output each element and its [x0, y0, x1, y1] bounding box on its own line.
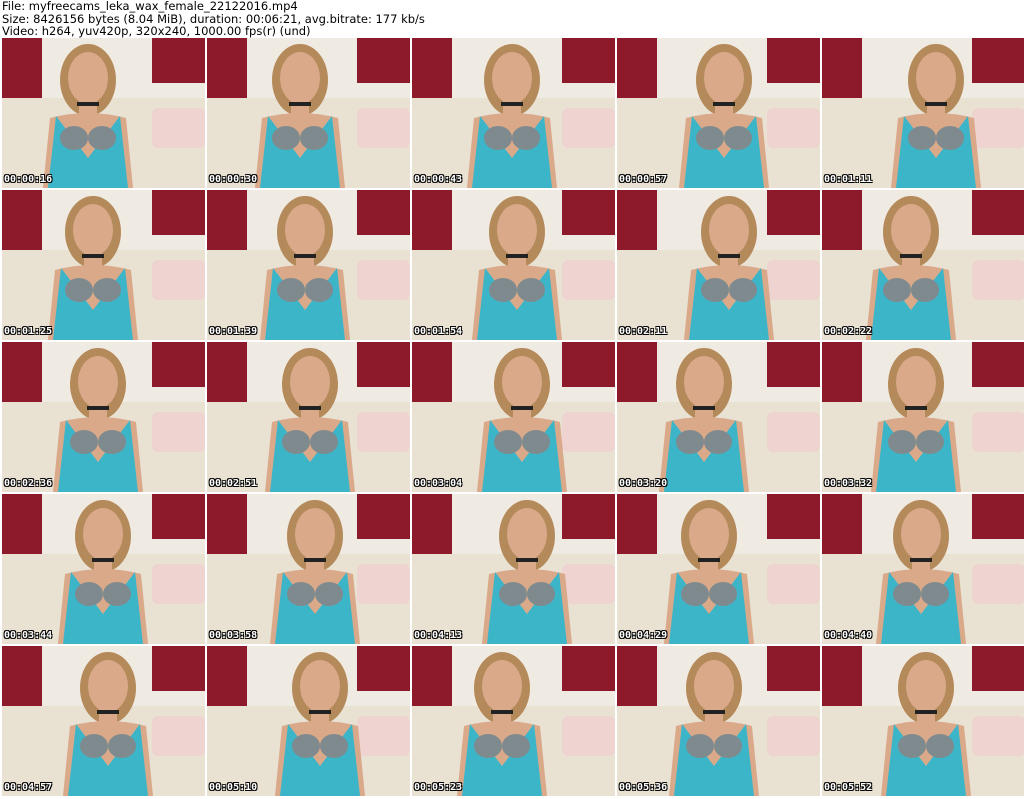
thumbnail-timestamp: 00:01:54 — [414, 326, 463, 337]
thumbnail-frame-image — [822, 646, 1024, 796]
thumbnail-timestamp: 00:00:43 — [414, 174, 463, 185]
video-thumbnail: 00:03:32 — [822, 342, 1024, 492]
thumbnail-timestamp: 00:02:51 — [209, 478, 258, 489]
video-thumbnail: 00:03:58 — [207, 494, 410, 644]
thumbnail-frame-image — [412, 646, 615, 796]
thumbnail-timestamp: 00:03:58 — [209, 630, 258, 641]
thumbnail-timestamp: 00:02:36 — [4, 478, 53, 489]
video-thumbnail: 00:03:44 — [2, 494, 205, 644]
file-info-header: File: myfreecams_leka_wax_female_2212201… — [2, 0, 1022, 38]
video-thumbnail: 00:04:13 — [412, 494, 615, 644]
thumbnail-timestamp: 00:01:25 — [4, 326, 53, 337]
thumbnail-timestamp: 00:05:23 — [414, 782, 463, 793]
thumbnail-frame-image — [822, 494, 1024, 644]
thumbnail-frame-image — [207, 494, 410, 644]
video-thumbnail: 00:02:22 — [822, 190, 1024, 340]
thumbnail-frame-image — [412, 494, 615, 644]
video-info-line: Video: h264, yuv420p, 320x240, 1000.00 f… — [2, 24, 311, 38]
thumbnail-frame-image — [2, 646, 205, 796]
file-name-line: File: myfreecams_leka_wax_female_2212201… — [2, 0, 298, 13]
video-thumbnail: 00:02:11 — [617, 190, 820, 340]
thumbnail-frame-image — [207, 342, 410, 492]
video-thumbnail: 00:05:23 — [412, 646, 615, 796]
thumbnail-timestamp: 00:00:16 — [4, 174, 53, 185]
thumbnail-timestamp: 00:03:44 — [4, 630, 53, 641]
thumbnail-frame-image — [412, 190, 615, 340]
thumbnail-timestamp: 00:00:30 — [209, 174, 258, 185]
thumbnail-timestamp: 00:01:39 — [209, 326, 258, 337]
thumbnail-timestamp: 00:04:40 — [824, 630, 873, 641]
thumbnail-frame-image — [412, 342, 615, 492]
video-thumbnail: 00:01:39 — [207, 190, 410, 340]
video-thumbnail: 00:03:04 — [412, 342, 615, 492]
video-thumbnail: 00:05:10 — [207, 646, 410, 796]
video-thumbnail: 00:02:51 — [207, 342, 410, 492]
thumbnail-frame-image — [822, 38, 1024, 188]
video-thumbnail: 00:00:16 — [2, 38, 205, 188]
thumbnail-timestamp: 00:05:52 — [824, 782, 873, 793]
thumbnail-timestamp: 00:04:13 — [414, 630, 463, 641]
thumbnail-frame-image — [617, 38, 820, 188]
thumbnail-frame-image — [2, 38, 205, 188]
video-thumbnail: 00:00:57 — [617, 38, 820, 188]
thumbnail-timestamp: 00:05:10 — [209, 782, 258, 793]
thumbnail-frame-image — [412, 38, 615, 188]
thumbnail-timestamp: 00:03:32 — [824, 478, 873, 489]
thumbnail-frame-image — [207, 190, 410, 340]
thumbnail-timestamp: 00:04:57 — [4, 782, 53, 793]
thumbnail-frame-image — [207, 646, 410, 796]
video-thumbnail: 00:03:20 — [617, 342, 820, 492]
thumbnail-frame-image — [617, 342, 820, 492]
video-thumbnail: 00:01:54 — [412, 190, 615, 340]
thumbnail-timestamp: 00:02:22 — [824, 326, 873, 337]
thumbnail-timestamp: 00:03:20 — [619, 478, 668, 489]
thumbnail-timestamp: 00:03:04 — [414, 478, 463, 489]
thumbnail-timestamp: 00:00:57 — [619, 174, 668, 185]
thumbnail-grid: 00:00:16 00:00:30 00:00:43 00:00:57 00:01:11… — [0, 38, 1024, 799]
video-thumbnail: 00:00:30 — [207, 38, 410, 188]
video-thumbnail: 00:04:57 — [2, 646, 205, 796]
thumbnail-frame-image — [822, 342, 1024, 492]
video-thumbnail: 00:01:11 — [822, 38, 1024, 188]
video-thumbnail: 00:01:25 — [2, 190, 205, 340]
thumbnail-frame-image — [2, 190, 205, 340]
thumbnail-frame-image — [822, 190, 1024, 340]
thumbnail-frame-image — [617, 494, 820, 644]
video-thumbnail: 00:04:29 — [617, 494, 820, 644]
thumbnail-frame-image — [2, 342, 205, 492]
thumbnail-frame-image — [617, 190, 820, 340]
thumbnail-frame-image — [207, 38, 410, 188]
thumbnail-timestamp: 00:02:11 — [619, 326, 668, 337]
thumbnail-timestamp: 00:05:36 — [619, 782, 668, 793]
thumbnail-timestamp: 00:01:11 — [824, 174, 873, 185]
thumbnail-frame-image — [2, 494, 205, 644]
video-thumbnail: 00:04:40 — [822, 494, 1024, 644]
video-thumbnail: 00:00:43 — [412, 38, 615, 188]
thumbnail-frame-image — [617, 646, 820, 796]
thumbnail-timestamp: 00:04:29 — [619, 630, 668, 641]
video-thumbnail: 00:05:36 — [617, 646, 820, 796]
video-thumbnail: 00:02:36 — [2, 342, 205, 492]
video-thumbnail: 00:05:52 — [822, 646, 1024, 796]
